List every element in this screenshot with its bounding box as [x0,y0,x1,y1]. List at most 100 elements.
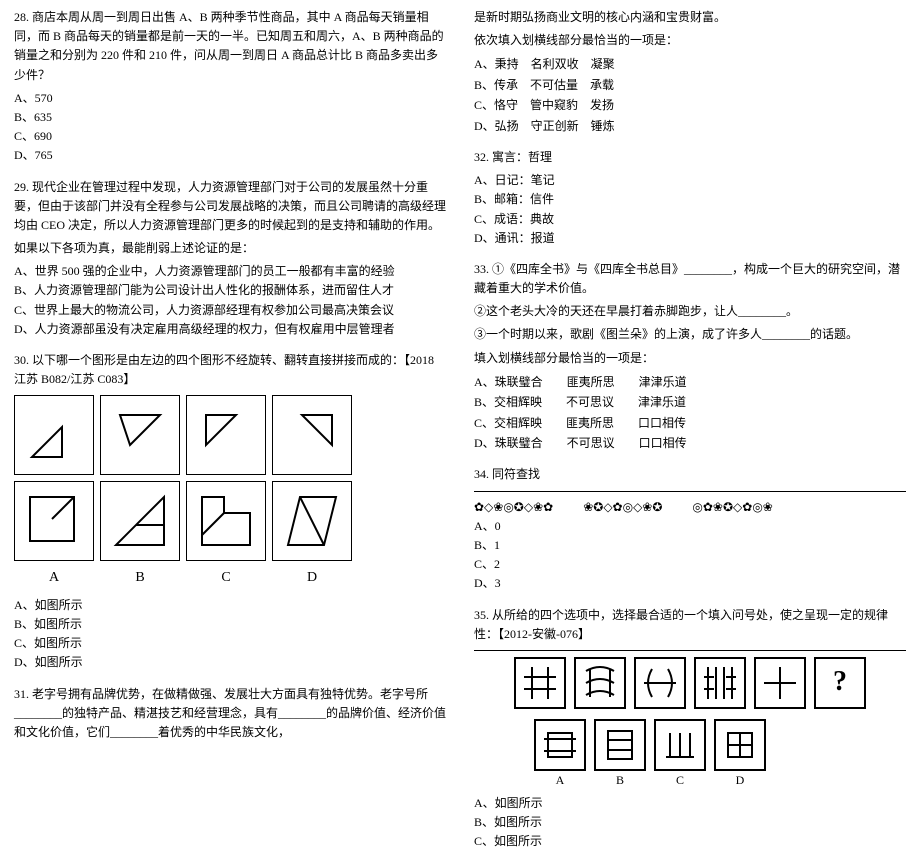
q30-lab-d: D [272,567,352,589]
q34-opt-c: C、2 [474,555,906,574]
q32-opt-b: B、邮箱：信件 [474,190,906,209]
q35-sequence: ? [514,657,906,709]
q35-seq-qmark: ? [814,657,866,709]
q29-stem: 29. 现代企业在管理过程中发现，人力资源管理部门对于公司的发展虽然十分重要，但… [14,178,446,236]
question-35: 35. 从所给的四个选项中，选择最合适的一个填入问号处，使之呈现一定的规律性：【… [474,606,906,852]
q35-lab-c: C [654,771,706,790]
question-33: 33. ①《四库全书》与《四库全书总目》________，构成一个巨大的研究空间… [474,260,906,454]
q35-ans-c [654,719,706,771]
q33-l1: 33. ①《四库全书》与《四库全书总目》________，构成一个巨大的研究空间… [474,260,906,298]
q35-answers: A B C D [534,719,906,790]
question-31-continued: 是新时期弘扬商业文明的核心内涵和宝贵财富。 依次填入划横线部分最恰当的一项是： … [474,8,906,136]
q34-symbols: ✿◇❀◎✪◇❀✿ ❀✪◇✿◎◇❀✪ ◎✿❀✪◇✿◎❀ [474,498,906,517]
q28-opt-a: A、570 [14,89,446,108]
q29-sub: 如果以下各项为真，最能削弱上述论证的是： [14,239,446,258]
q35-options: A、如图所示 B、如图所示 C、如图所示 [474,794,906,852]
q33-opt-a: A、珠联璧合 匪夷所思 津津乐道 [474,372,906,392]
q29-opt-b: B、人力资源管理部门能为公司设计出人性化的报酬体系，进而留住人才 [14,281,446,300]
q33-opt-c: C、交相辉映 匪夷所思 口口相传 [474,413,906,433]
q33-opt-b: B、交相辉映 不可思议 津津乐道 [474,392,906,412]
q28-opt-b: B、635 [14,108,446,127]
q34-sym1: ✿◇❀◎✪◇❀✿ [474,498,553,517]
q32-opt-a: A、日记：笔记 [474,171,906,190]
q30-lab-b: B [100,567,180,589]
q30-options: A、如图所示 B、如图所示 C、如图所示 D、如图所示 [14,596,446,673]
q28-opt-d: D、765 [14,146,446,165]
q32-options: A、日记：笔记 B、邮箱：信件 C、成语：典故 D、通讯：报道 [474,171,906,248]
q35-lab-b: B [594,771,646,790]
question-30: 30. 以下哪一个图形是由左边的四个图形不经旋转、翻转直接拼接而成的：【2018… [14,351,446,673]
q34-opt-a: A、0 [474,517,906,536]
q30-opt-b: B、如图所示 [14,615,446,634]
q28-options: A、570 B、635 C、690 D、765 [14,89,446,166]
q33-l3: ③一个时期以来，歌剧《图兰朵》的上演，成了许多人________的话题。 [474,325,906,344]
q35-ans-d [714,719,766,771]
q34-divider [474,491,906,492]
q35-opt-b: B、如图所示 [474,813,906,832]
q32-opt-d: D、通讯：报道 [474,229,906,248]
q30-answer-shapes [14,481,446,561]
q30-given-4 [272,395,352,475]
question-mark-icon: ? [833,660,847,705]
q28-opt-c: C、690 [14,127,446,146]
q35-ans-b [594,719,646,771]
q32-stem: 32. 寓言：哲理 [474,148,906,167]
q31c-opt-b: B、传承 不可估量 承载 [474,75,906,95]
q35-opt-a: A、如图所示 [474,794,906,813]
q35-seq-3 [634,657,686,709]
q30-lab-c: C [186,567,266,589]
q35-seq-4 [694,657,746,709]
q29-opt-c: C、世界上最大的物流公司，人力资源部经理有权参加公司最高决策会议 [14,301,446,320]
q33-options: A、珠联璧合 匪夷所思 津津乐道 B、交相辉映 不可思议 津津乐道 C、交相辉映… [474,372,906,454]
q35-stem: 35. 从所给的四个选项中，选择最合适的一个填入问号处，使之呈现一定的规律性：【… [474,606,906,644]
question-32: 32. 寓言：哲理 A、日记：笔记 B、邮箱：信件 C、成语：典故 D、通讯：报… [474,148,906,248]
q34-stem: 34. 同符查找 [474,465,906,484]
right-column: 是新时期弘扬商业文明的核心内涵和宝贵财富。 依次填入划横线部分最恰当的一项是： … [460,0,920,651]
q35-opt-c: C、如图所示 [474,832,906,851]
exam-page: 28. 商店本周从周一到周日出售 A、B 两种季节性商品，其中 A 商品每天销量… [0,0,920,651]
q30-opt-c: C、如图所示 [14,634,446,653]
q30-ans-b [100,481,180,561]
q34-opt-d: D、3 [474,574,906,593]
q34-sym2: ❀✪◇✿◎◇❀✪ [583,498,662,517]
q30-ans-d [272,481,352,561]
q34-opt-b: B、1 [474,536,906,555]
q31c-opt-a: A、秉持 名利双收 凝聚 [474,54,906,74]
q30-opt-a: A、如图所示 [14,596,446,615]
left-column: 28. 商店本周从周一到周日出售 A、B 两种季节性商品，其中 A 商品每天销量… [0,0,460,651]
q33-opt-d: D、珠联璧合 不可思议 口口相传 [474,433,906,453]
q31c-line1: 是新时期弘扬商业文明的核心内涵和宝贵财富。 [474,8,906,27]
q30-stem: 30. 以下哪一个图形是由左边的四个图形不经旋转、翻转直接拼接而成的：【2018… [14,351,446,389]
q31c-opt-d: D、弘扬 守正创新 锤炼 [474,116,906,136]
q30-labels: A B C D [14,567,446,589]
q33-l2: ②这个老头大冷的天还在早晨打着赤脚跑步，让人________。 [474,302,906,321]
q31-stem: 31. 老字号拥有品牌优势，在做精做强、发展壮大方面具有独特优势。老字号所___… [14,685,446,743]
question-28: 28. 商店本周从周一到周日出售 A、B 两种季节性商品，其中 A 商品每天销量… [14,8,446,166]
q35-lab-a: A [534,771,586,790]
q29-opt-d: D、人力资源部虽没有决定雇用高级经理的权力，但有权雇用中层管理者 [14,320,446,339]
q35-seq-5 [754,657,806,709]
question-31: 31. 老字号拥有品牌优势，在做精做强、发展壮大方面具有独特优势。老字号所___… [14,685,446,743]
q30-given-3 [186,395,266,475]
q30-opt-d: D、如图所示 [14,653,446,672]
q30-given-shapes [14,395,446,475]
q31c-opt-c: C、恪守 管中窥豹 发扬 [474,95,906,115]
q30-given-2 [100,395,180,475]
q35-ans-a [534,719,586,771]
q34-options: A、0 B、1 C、2 D、3 [474,517,906,594]
q31c-options: A、秉持 名利双收 凝聚 B、传承 不可估量 承载 C、恪守 管中窥豹 发扬 D… [474,54,906,136]
q31c-line2: 依次填入划横线部分最恰当的一项是： [474,31,906,50]
q35-lab-d: D [714,771,766,790]
question-29: 29. 现代企业在管理过程中发现，人力资源管理部门对于公司的发展虽然十分重要，但… [14,178,446,340]
q30-ans-c [186,481,266,561]
q35-seq-2 [574,657,626,709]
q29-options: A、世界 500 强的企业中，人力资源管理部门的员工一般都有丰富的经验 B、人力… [14,262,446,339]
q33-l4: 填入划横线部分最恰当的一项是： [474,349,906,368]
q30-lab-a: A [14,567,94,589]
q30-ans-a [14,481,94,561]
q32-opt-c: C、成语：典故 [474,210,906,229]
q30-given-1 [14,395,94,475]
q34-sym3: ◎✿❀✪◇✿◎❀ [692,498,772,517]
q35-seq-1 [514,657,566,709]
q29-opt-a: A、世界 500 强的企业中，人力资源管理部门的员工一般都有丰富的经验 [14,262,446,281]
